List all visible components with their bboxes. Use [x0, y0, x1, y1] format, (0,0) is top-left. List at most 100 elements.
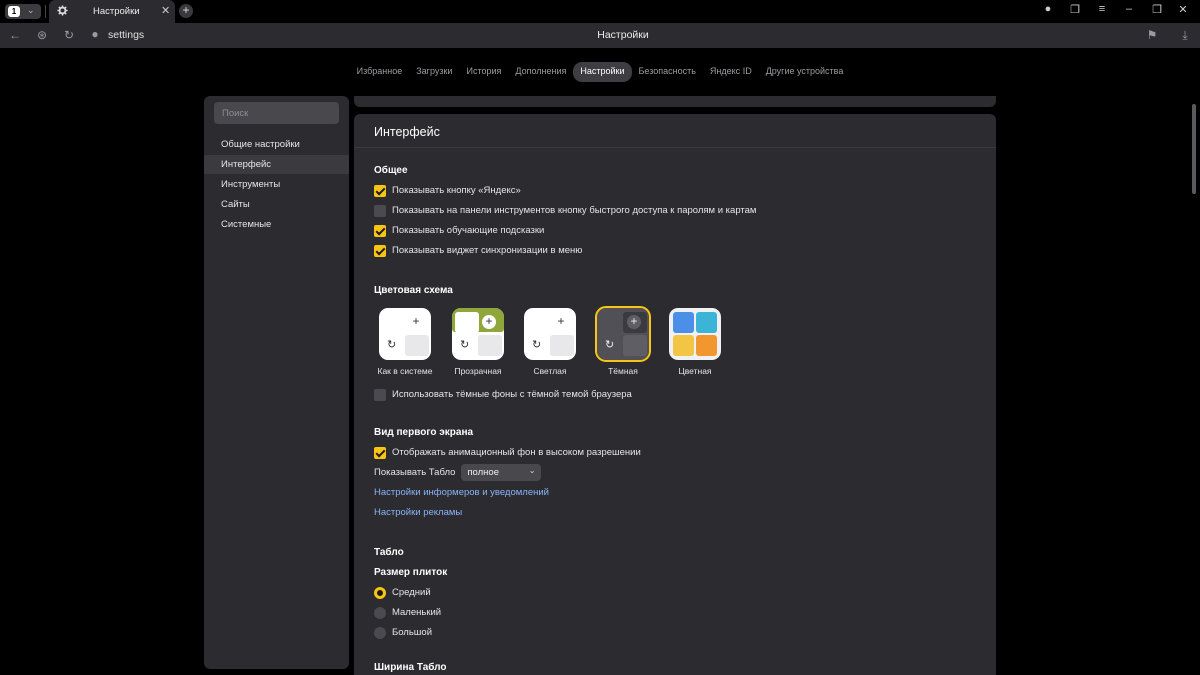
theme-label: Как в системе — [377, 366, 433, 376]
checkbox[interactable] — [374, 224, 386, 237]
interface-settings-panel: Интерфейс Общее Показывать кнопку «Яндек… — [354, 114, 996, 675]
search-input[interactable]: Поиск — [214, 102, 339, 124]
option-label: Маленький — [392, 607, 442, 618]
collections-icon[interactable]: ❐ — [1068, 3, 1082, 16]
topnav-item[interactable]: Яндекс ID — [703, 62, 759, 82]
topnav-item[interactable]: Дополнения — [508, 62, 573, 82]
refresh-icon: ↻ — [460, 339, 470, 351]
sidebar-item-general[interactable]: Общие настройки — [204, 135, 349, 154]
tab-count: 1 — [8, 6, 20, 17]
restore-icon[interactable]: ❐ — [1150, 3, 1164, 16]
refresh-icon: ↻ — [532, 339, 542, 351]
settings-sidebar: Поиск Общие настройки Интерфейс Инструме… — [204, 96, 349, 669]
option-animated-background[interactable]: Отображать анимационный фон в высоком ра… — [374, 446, 641, 459]
topnav-item[interactable]: Избранное — [350, 62, 410, 82]
close-icon[interactable]: ✕ — [161, 4, 170, 17]
chevron-down-icon: ⌄ — [528, 466, 536, 475]
ads-settings-link[interactable]: Настройки рекламы — [374, 507, 462, 518]
scrollbar[interactable] — [1192, 104, 1196, 194]
option-show-hints[interactable]: Показывать обучающие подсказки — [374, 224, 544, 237]
tile-size-large[interactable]: Большой — [374, 626, 432, 639]
option-show-passwords-button[interactable]: Показывать на панели инструментов кнопку… — [374, 204, 756, 217]
option-label: Показывать кнопку «Яндекс» — [392, 185, 521, 196]
option-label: Отображать анимационный фон в высоком ра… — [392, 447, 641, 458]
sidebar-item-system[interactable]: Системные — [204, 215, 349, 234]
theme-preview: + ↻ — [379, 308, 431, 360]
address-bar: ← ⊛ ↻ ● settings Настройки ⚑ ⤓ — [0, 23, 1200, 48]
topnav-item[interactable]: Другие устройства — [759, 62, 851, 82]
theme-light[interactable]: + ↻ Светлая — [520, 308, 580, 376]
refresh-icon: ↻ — [605, 339, 615, 351]
checkbox[interactable] — [374, 244, 386, 257]
checkbox[interactable] — [374, 204, 386, 217]
plus-icon: + — [409, 315, 423, 329]
refresh-icon: ↻ — [387, 339, 397, 351]
new-tab-button[interactable]: + — [179, 4, 193, 18]
theme-preview — [669, 308, 721, 360]
theme-label: Тёмная — [608, 366, 638, 376]
theme-colored[interactable]: Цветная — [665, 308, 725, 376]
radio-button[interactable] — [374, 626, 386, 639]
theme-label: Прозрачная — [454, 366, 502, 376]
option-label: Большой — [392, 627, 433, 638]
first-screen-heading: Вид первого экрана — [374, 427, 474, 438]
checkbox[interactable] — [374, 388, 386, 401]
page-title: Настройки — [597, 29, 649, 41]
informers-settings-link[interactable]: Настройки информеров и уведомлений — [374, 487, 549, 498]
divider — [354, 147, 996, 148]
plus-icon: + — [554, 315, 568, 329]
tab-counter-button[interactable]: 1 ⌄ — [5, 4, 41, 19]
checkbox[interactable] — [374, 184, 386, 197]
tile-size-small[interactable]: Маленький — [374, 606, 441, 619]
show-tablo-select[interactable]: полное ⌄ — [461, 464, 542, 481]
topnav-item[interactable]: История — [459, 62, 508, 82]
sidebar-item-interface[interactable]: Интерфейс — [204, 155, 349, 174]
option-label: Показывать на панели инструментов кнопку… — [392, 205, 757, 216]
topnav-item[interactable]: Загрузки — [409, 62, 459, 82]
option-label: Показывать виджет синхронизации в меню — [392, 245, 583, 256]
tablo-width-heading: Ширина Табло — [374, 662, 447, 673]
color-scheme-heading: Цветовая схема — [374, 285, 453, 296]
section-title: Интерфейс — [374, 125, 440, 139]
tab-title: Настройки — [93, 6, 140, 17]
option-dark-backgrounds[interactable]: Использовать тёмные фоны с тёмной темой … — [374, 388, 632, 401]
theme-preview: + ↻ — [595, 306, 651, 362]
theme-system[interactable]: + ↻ Как в системе — [375, 308, 435, 376]
topnav-item[interactable]: Настройки — [573, 62, 632, 82]
gear-icon — [57, 5, 68, 16]
theme-label: Светлая — [533, 366, 567, 376]
theme-preview: + ↻ — [524, 308, 576, 360]
tile-size-medium[interactable]: Средний — [374, 586, 431, 599]
show-tablo-row: Показывать Табло полное ⌄ — [374, 464, 542, 481]
chevron-down-icon: ⌄ — [27, 5, 35, 15]
show-tablo-label: Показывать Табло — [374, 467, 456, 478]
minimize-icon[interactable]: – — [1122, 3, 1136, 15]
menu-icon[interactable]: ≡ — [1095, 3, 1109, 15]
tab-bar: 1 ⌄ Настройки ✕ + ● ❐ ≡ – ❐ ✕ — [0, 0, 1200, 23]
radio-button[interactable] — [374, 586, 386, 599]
sidebar-item-tools[interactable]: Инструменты — [204, 175, 349, 194]
plus-icon: + — [627, 315, 641, 329]
option-show-yandex-button[interactable]: Показывать кнопку «Яндекс» — [374, 184, 521, 197]
checkbox[interactable] — [374, 446, 386, 459]
download-icon[interactable]: ⤓ — [1178, 28, 1192, 43]
plus-icon: + — [482, 315, 496, 329]
topnav-item[interactable]: Безопасность — [632, 62, 703, 82]
divider — [45, 5, 46, 18]
tile-size-heading: Размер плиток — [374, 567, 448, 578]
microphone-icon[interactable]: ● — [1041, 3, 1055, 15]
theme-dark[interactable]: + ↻ Тёмная — [593, 306, 653, 376]
radio-button[interactable] — [374, 606, 386, 619]
option-label: Средний — [392, 587, 431, 598]
sidebar-item-sites[interactable]: Сайты — [204, 195, 349, 214]
option-label: Показывать обучающие подсказки — [392, 225, 545, 236]
previous-section-card — [354, 96, 996, 107]
tab-settings[interactable]: Настройки ✕ — [49, 0, 175, 23]
option-show-sync-widget[interactable]: Показывать виджет синхронизации в меню — [374, 244, 582, 257]
search-placeholder: Поиск — [222, 108, 249, 119]
tablo-heading: Табло — [374, 547, 404, 558]
bookmark-icon[interactable]: ⚑ — [1145, 28, 1159, 42]
theme-preview: + ↻ — [452, 308, 504, 360]
theme-transparent[interactable]: + ↻ Прозрачная — [448, 308, 508, 376]
close-window-icon[interactable]: ✕ — [1176, 3, 1190, 16]
